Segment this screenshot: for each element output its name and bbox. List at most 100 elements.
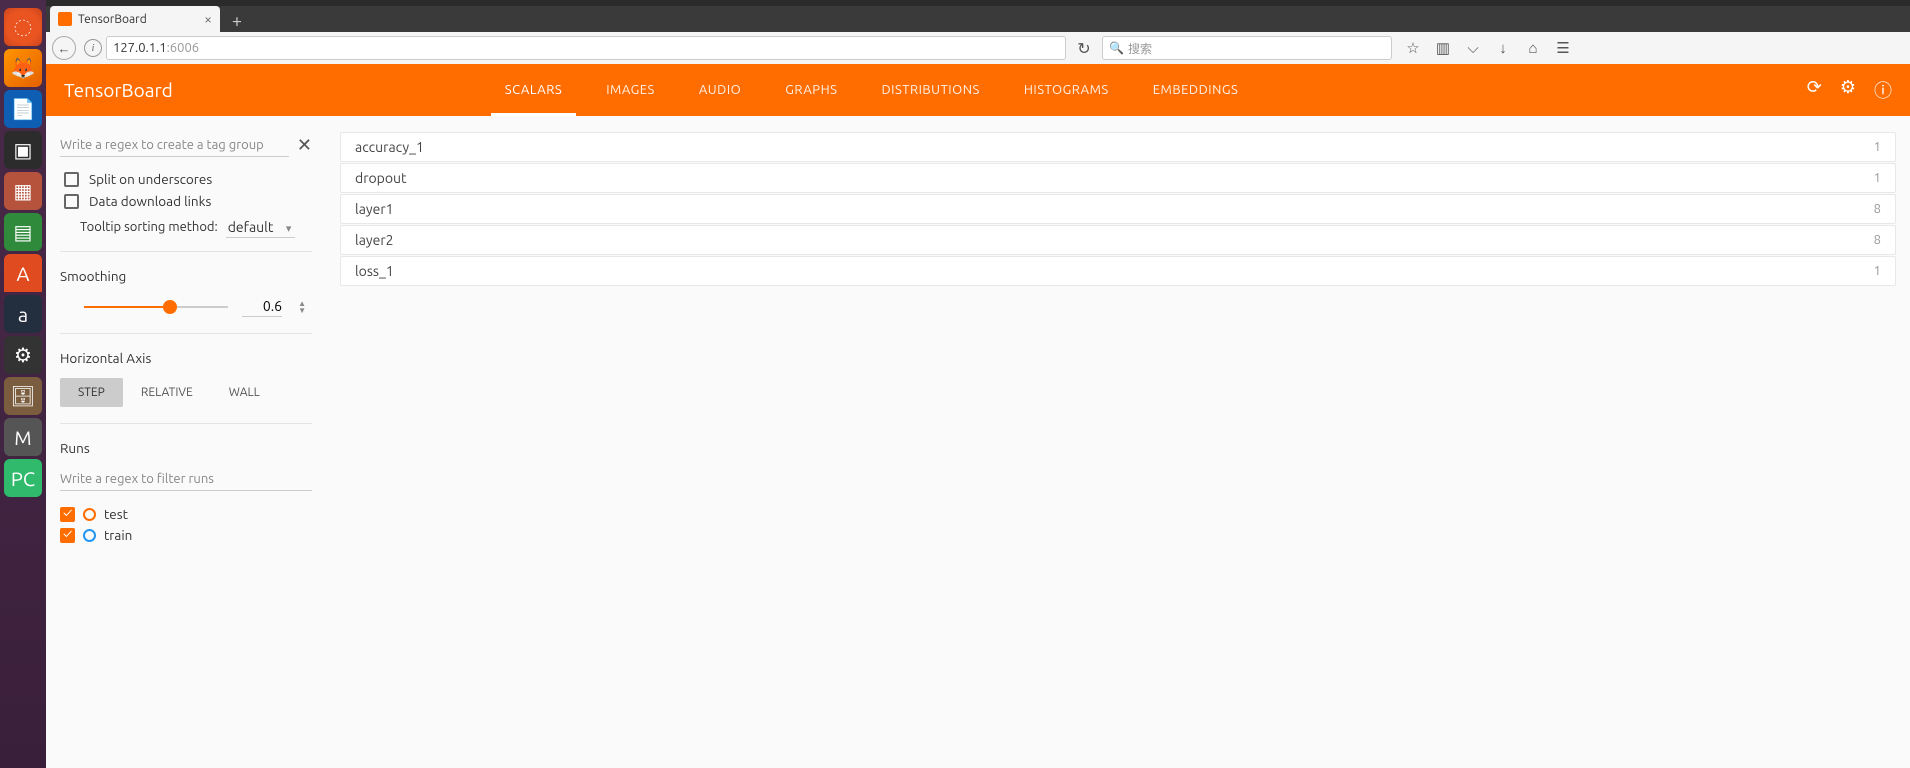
terminal-icon[interactable]: ▣ [4,131,42,169]
sidebar: ✕ Split on underscores Data download lin… [46,116,326,768]
smoothing-slider[interactable] [84,306,228,308]
ubuntu-launcher: ◌ 🦊 📄 ▣ ▦ ▤ A a ⚙ 🗄 M PC [0,0,46,768]
horizontal-axis-label: Horizontal Axis [60,350,312,366]
pycharm-icon[interactable]: PC [4,459,42,497]
tb-header: TensorBoard SCALARS IMAGES AUDIO GRAPHS … [46,64,1910,116]
tab-histograms[interactable]: HISTOGRAMS [1002,64,1131,116]
axis-relative-button[interactable]: RELATIVE [123,378,211,407]
firefox-icon[interactable]: 🦊 [4,49,42,87]
gear-icon[interactable]: ⚙ [1840,77,1856,103]
tab-graphs[interactable]: GRAPHS [763,64,859,116]
axis-button-group: STEP RELATIVE WALL [60,378,312,407]
runs-label: Runs [60,440,312,456]
split-underscores-row[interactable]: Split on underscores [64,171,312,187]
runs-regex-input[interactable] [60,468,312,491]
checkbox-checked-icon[interactable] [60,507,75,522]
library-icon[interactable]: ▥ [1434,39,1452,57]
scalar-group-name: layer1 [355,201,394,217]
scalar-group-count: 1 [1874,140,1881,154]
impress-icon[interactable]: ▦ [4,172,42,210]
tag-regex-input[interactable] [60,134,289,157]
tb-tabs: SCALARS IMAGES AUDIO GRAPHS DISTRIBUTION… [483,64,1261,116]
search-placeholder: 搜索 [1128,40,1152,57]
toolbar-icons: ☆ ▥ ⌵ ↓ ⌂ ☰ [1404,39,1572,57]
checkbox-icon[interactable] [64,194,79,209]
tab-distributions[interactable]: DISTRIBUTIONS [859,64,1001,116]
tab-favicon [58,12,72,26]
axis-wall-button[interactable]: WALL [211,378,278,407]
data-download-row[interactable]: Data download links [64,193,312,209]
reload-button[interactable]: ↻ [1074,38,1094,58]
tb-body: ✕ Split on underscores Data download lin… [46,116,1910,768]
app-title: TensorBoard [64,79,173,101]
run-color-swatch [83,529,96,542]
axis-step-button[interactable]: STEP [60,378,123,407]
run-name: test [104,506,128,522]
tab-audio[interactable]: AUDIO [677,64,763,116]
url-bar[interactable]: 127.0.1.1:6006 [106,36,1066,60]
header-actions: ⟳ ⚙ ⓘ [1807,77,1892,103]
tab-scalars[interactable]: SCALARS [483,64,584,116]
checkbox-checked-icon[interactable] [60,528,75,543]
tooltip-sort-row: Tooltip sorting method: default [80,219,312,235]
url-host: 127.0.1.1 [113,41,167,55]
search-box[interactable]: 🔍 搜索 [1102,36,1392,60]
scalar-group-row[interactable]: accuracy_1 1 [340,132,1896,162]
files-icon[interactable]: 🗄 [4,377,42,415]
scalar-group-count: 1 [1874,171,1881,185]
scalar-group-row[interactable]: layer1 8 [340,194,1896,224]
slider-fill [84,306,170,308]
smoothing-value-input[interactable] [242,296,282,317]
app-m-icon[interactable]: M [4,418,42,456]
smoothing-label: Smoothing [60,268,312,284]
scalar-group-row[interactable]: layer2 8 [340,225,1896,255]
run-row-test[interactable]: test [60,506,312,522]
home-icon[interactable]: ⌂ [1524,39,1542,57]
tooltip-sort-label: Tooltip sorting method: [80,220,218,234]
calc-icon[interactable]: ▤ [4,213,42,251]
tab-title: TensorBoard [78,13,147,26]
new-tab-button[interactable]: + [224,10,250,32]
browser-window: TensorBoard × + ← i 127.0.1.1:6006 ↻ 🔍 搜… [46,6,1910,64]
back-button[interactable]: ← [52,36,76,60]
smoothing-control: ▲▼ [60,296,312,317]
scalar-group-name: dropout [355,170,407,186]
amazon-icon[interactable]: a [4,295,42,333]
downloads-icon[interactable]: ↓ [1494,39,1512,57]
main-content: accuracy_1 1 dropout 1 layer1 8 layer2 8… [326,116,1910,768]
menu-icon[interactable]: ☰ [1554,39,1572,57]
scalar-group-count: 8 [1874,202,1881,216]
run-row-train[interactable]: train [60,527,312,543]
tab-embeddings[interactable]: EMBEDDINGS [1131,64,1261,116]
search-icon: 🔍 [1109,41,1124,55]
help-icon[interactable]: ⓘ [1874,77,1892,103]
split-underscores-label: Split on underscores [89,171,212,187]
checkbox-icon[interactable] [64,172,79,187]
run-color-swatch [83,508,96,521]
ubuntu-dash-icon[interactable]: ◌ [4,8,42,46]
pocket-icon[interactable]: ⌵ [1464,39,1482,57]
reload-icon[interactable]: ⟳ [1807,77,1822,103]
run-name: train [104,527,132,543]
browser-tab[interactable]: TensorBoard × [50,6,220,32]
scalar-group-row[interactable]: dropout 1 [340,163,1896,193]
scalar-group-row[interactable]: loss_1 1 [340,256,1896,286]
close-icon[interactable]: ✕ [297,135,312,156]
url-port: :6006 [167,41,200,55]
bookmark-star-icon[interactable]: ☆ [1404,39,1422,57]
site-info-icon[interactable]: i [84,39,102,57]
tab-images[interactable]: IMAGES [584,64,677,116]
tab-close-icon[interactable]: × [204,11,212,27]
software-center-icon[interactable]: A [4,254,42,292]
tooltip-sort-select[interactable]: default [226,217,296,238]
slider-thumb[interactable] [163,300,177,314]
scalar-group-name: loss_1 [355,263,394,279]
tab-strip: TensorBoard × + [46,6,1910,32]
writer-icon[interactable]: 📄 [4,90,42,128]
spinner-buttons[interactable]: ▲▼ [298,300,306,314]
nav-bar: ← i 127.0.1.1:6006 ↻ 🔍 搜索 ☆ ▥ ⌵ ↓ ⌂ ☰ [46,32,1910,64]
settings-icon[interactable]: ⚙ [4,336,42,374]
divider [60,423,312,424]
scalar-group-name: layer2 [355,232,394,248]
chevron-down-icon[interactable]: ▼ [298,307,306,314]
